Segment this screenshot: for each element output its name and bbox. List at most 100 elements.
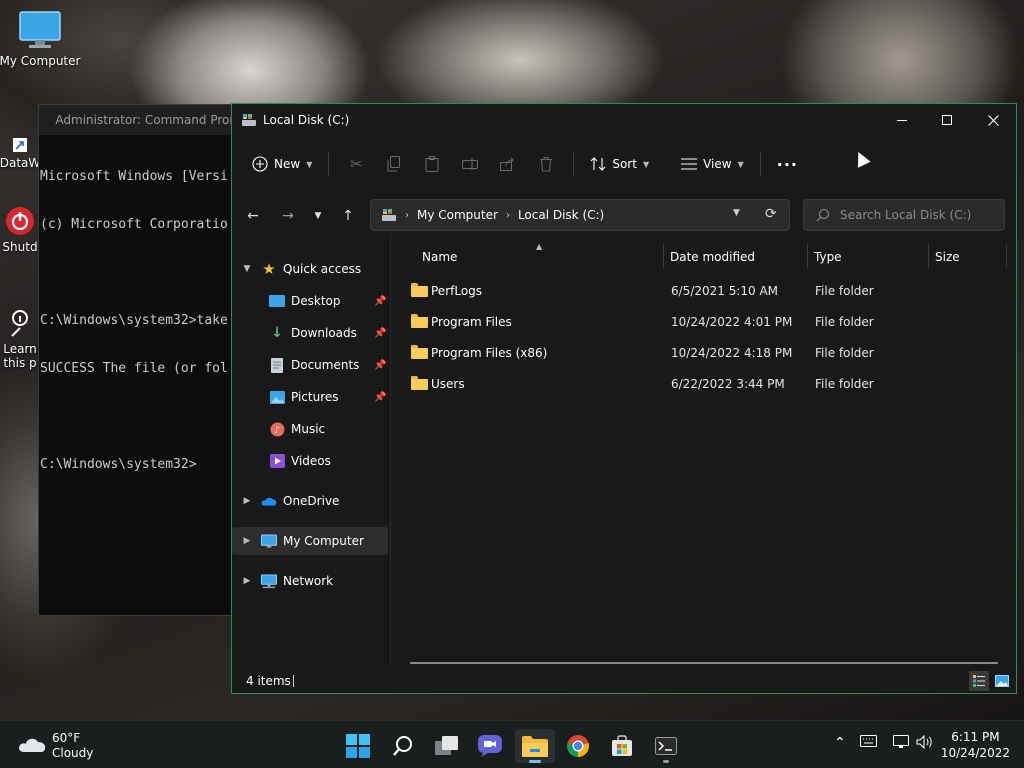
pin-icon[interactable]: 📌 xyxy=(374,392,386,403)
column-divider[interactable] xyxy=(1006,244,1007,268)
column-divider[interactable] xyxy=(928,244,929,268)
sort-button[interactable]: Sort ▼ xyxy=(582,148,657,180)
arrow-up-icon: ↑ xyxy=(342,208,354,224)
chevron-right-icon[interactable]: ▶ xyxy=(242,496,252,506)
file-explorer-window[interactable]: Local Disk (C:) New ▼ ✂ Sort ▼ View ▼ ··… xyxy=(231,103,1017,694)
breadcrumb-local-disk[interactable]: Local Disk (C:) xyxy=(518,208,604,222)
column-header-date[interactable]: Date modified xyxy=(670,242,800,272)
minimize-button[interactable] xyxy=(879,104,925,136)
nav-item-network[interactable]: ▶ Network xyxy=(232,567,388,595)
keyboard-icon[interactable] xyxy=(860,735,877,751)
tiles-view-button[interactable] xyxy=(992,671,1012,691)
details-view-button[interactable] xyxy=(969,671,989,691)
search-taskbar-button[interactable] xyxy=(383,729,423,763)
nav-item-music[interactable]: ♪ Music xyxy=(232,415,388,443)
command-prompt-output[interactable]: Microsoft Windows [Versi (c) Microsoft C… xyxy=(39,135,237,505)
rename-button[interactable] xyxy=(451,148,489,180)
microsoft-store-button[interactable] xyxy=(602,729,642,763)
file-name: Program Files xyxy=(431,315,512,329)
up-button[interactable]: ↑ xyxy=(334,199,362,233)
download-icon: ↓ xyxy=(271,325,283,341)
task-view-button[interactable] xyxy=(427,729,467,763)
chevron-up-icon[interactable]: ⌃ xyxy=(834,735,846,751)
nav-item-downloads[interactable]: ↓ Downloads 📌 xyxy=(232,319,388,347)
breadcrumb-my-computer[interactable]: My Computer xyxy=(417,208,498,222)
file-type: File folder xyxy=(815,377,874,391)
column-header-name[interactable]: Name xyxy=(422,242,652,272)
command-prompt-window[interactable]: Administrator: Command Pron Microsoft Wi… xyxy=(38,104,238,616)
chevron-down-icon[interactable]: ▼ xyxy=(242,264,252,274)
nav-item-my-computer[interactable]: ▶ My Computer xyxy=(232,527,388,555)
new-button[interactable]: New ▼ xyxy=(244,148,320,180)
teams-chat-button[interactable] xyxy=(470,729,510,763)
column-divider[interactable] xyxy=(663,244,664,268)
pin-icon[interactable]: 📌 xyxy=(374,360,386,371)
system-clock[interactable]: 6:11 PM 10/24/2022 xyxy=(941,729,1010,761)
paste-button[interactable] xyxy=(413,148,451,180)
monitor-icon xyxy=(19,11,61,48)
chevron-right-icon[interactable]: › xyxy=(506,210,510,221)
pane-divider[interactable] xyxy=(390,234,391,664)
copy-button[interactable] xyxy=(375,148,413,180)
nav-item-onedrive[interactable]: ▶ OneDrive xyxy=(232,487,388,515)
more-options-button[interactable]: ··· xyxy=(769,148,806,180)
chevron-right-icon[interactable]: ▶ xyxy=(242,536,252,546)
nav-item-quick-access[interactable]: ▼ ★ Quick access xyxy=(232,255,388,283)
chevron-right-icon[interactable]: ▶ xyxy=(242,576,252,586)
file-row[interactable]: Users 6/22/2022 3:44 PM File folder xyxy=(402,370,1002,398)
desktop-folder-icon xyxy=(269,293,285,309)
file-explorer-taskbar-button[interactable] xyxy=(515,729,555,763)
pictures-icon xyxy=(269,389,285,405)
column-header-type[interactable]: Type xyxy=(814,242,924,272)
nav-item-videos[interactable]: Videos xyxy=(232,447,388,475)
file-row[interactable]: Program Files (x86) 10/24/2022 4:18 PM F… xyxy=(402,339,1002,367)
weather-widget[interactable]: 60°F Cloudy xyxy=(16,729,106,761)
back-button[interactable]: ← xyxy=(239,199,267,233)
close-button[interactable] xyxy=(970,104,1016,136)
cut-button[interactable]: ✂ xyxy=(337,148,375,180)
terminal-taskbar-button[interactable] xyxy=(646,729,686,763)
search-icon xyxy=(816,208,830,222)
nav-label: Network xyxy=(283,574,334,588)
network-status-icon[interactable] xyxy=(893,735,909,753)
view-button[interactable]: View ▼ xyxy=(673,148,752,180)
share-button[interactable] xyxy=(489,148,527,180)
desktop-icon-my-computer[interactable]: My Computer xyxy=(0,10,80,68)
chevron-right-icon[interactable]: › xyxy=(405,210,409,221)
nav-item-desktop[interactable]: Desktop 📌 xyxy=(232,287,388,315)
column-header-size[interactable]: Size xyxy=(935,242,995,272)
sort-icon xyxy=(590,157,606,171)
shortcut-arrow-icon xyxy=(13,138,27,152)
volume-icon[interactable] xyxy=(916,734,934,753)
start-button[interactable] xyxy=(338,729,378,763)
nav-label: My Computer xyxy=(283,534,364,548)
file-type: File folder xyxy=(815,315,874,329)
pin-icon[interactable]: 📌 xyxy=(374,296,386,307)
nav-item-documents[interactable]: Documents 📌 xyxy=(232,351,388,379)
pin-icon[interactable]: 📌 xyxy=(374,328,386,339)
file-row[interactable]: PerfLogs 6/5/2021 5:10 AM File folder xyxy=(402,277,1002,305)
forward-button[interactable]: → xyxy=(274,199,302,233)
refresh-icon[interactable]: ⟳ xyxy=(765,206,777,222)
details-view-icon xyxy=(973,675,985,687)
horizontal-scrollbar[interactable] xyxy=(410,662,998,664)
cmd-line: (c) Microsoft Corporatio xyxy=(40,217,228,232)
folder-icon xyxy=(522,736,548,757)
file-row[interactable]: Program Files 10/24/2022 4:01 PM File fo… xyxy=(402,308,1002,336)
address-bar[interactable]: › My Computer › Local Disk (C:) ▼ ⟳ xyxy=(370,199,790,231)
drive-icon xyxy=(242,114,256,126)
nav-label: Desktop xyxy=(291,294,341,308)
column-divider[interactable] xyxy=(807,244,808,268)
address-history-button[interactable]: ▼ xyxy=(733,208,740,218)
recent-locations-button[interactable]: ▼ xyxy=(304,199,332,233)
maximize-button[interactable] xyxy=(924,104,970,136)
search-box[interactable] xyxy=(803,199,1005,231)
explorer-titlebar[interactable]: Local Disk (C:) xyxy=(232,104,1016,136)
nav-item-pictures[interactable]: Pictures 📌 xyxy=(232,383,388,411)
clock-date: 10/24/2022 xyxy=(940,746,1010,760)
search-input[interactable] xyxy=(840,208,990,222)
chrome-button[interactable] xyxy=(558,729,598,763)
task-view-icon xyxy=(435,736,458,755)
delete-button[interactable] xyxy=(527,148,565,180)
command-prompt-titlebar[interactable]: Administrator: Command Pron xyxy=(39,105,237,135)
